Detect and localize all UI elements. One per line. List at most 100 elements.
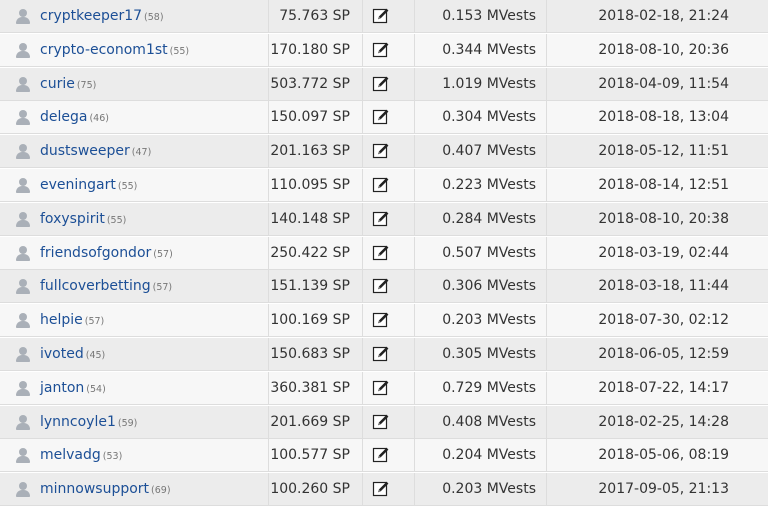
mvests-cell: 0.203 MVests xyxy=(414,473,546,506)
user-avatar-icon xyxy=(16,313,30,328)
account-name[interactable]: melvadg xyxy=(40,447,101,463)
account-name[interactable]: delega xyxy=(40,109,87,125)
account-name[interactable]: helpie xyxy=(40,312,83,328)
mvests-cell: 0.507 MVests xyxy=(414,237,546,270)
mvests-value: 0.407 MVests xyxy=(442,143,536,159)
reputation-badge: (55) xyxy=(117,181,138,192)
edit-pencil-icon[interactable] xyxy=(372,108,390,126)
delegation-date: 2018-02-18, 21:24 xyxy=(598,8,729,24)
edit-cell xyxy=(362,68,414,101)
date-cell: 2018-08-14, 12:51 xyxy=(546,169,768,202)
edit-pencil-icon[interactable] xyxy=(372,311,390,329)
account-cell: friendsofgondor (57) xyxy=(0,237,268,270)
date-cell: 2018-05-12, 11:51 xyxy=(546,135,768,168)
edit-pencil-icon[interactable] xyxy=(372,41,390,59)
table-row: fullcoverbetting (57) 151.139 SP 0.306 MV… xyxy=(0,270,768,303)
mvests-cell: 1.019 MVests xyxy=(414,68,546,101)
account-name[interactable]: foxyspirit xyxy=(40,211,105,227)
delegation-date: 2018-07-30, 02:12 xyxy=(598,312,729,328)
edit-cell xyxy=(362,0,414,33)
delegation-date: 2018-03-19, 02:44 xyxy=(598,245,729,261)
delegation-date: 2018-08-10, 20:38 xyxy=(598,211,729,227)
account-cell: delega (46) xyxy=(0,101,268,134)
account-link[interactable]: melvadg (53) xyxy=(40,439,122,473)
steem-power-value: 201.669 SP xyxy=(270,414,350,430)
table-row: dustsweeper (47) 201.163 SP 0.407 MVests … xyxy=(0,135,768,168)
account-name[interactable]: janton xyxy=(40,380,84,396)
account-link[interactable]: ivoted (45) xyxy=(40,338,105,372)
account-cell: helpie (57) xyxy=(0,304,268,337)
account-name[interactable]: eveningart xyxy=(40,177,116,193)
steem-power-value: 250.422 SP xyxy=(270,245,350,261)
edit-pencil-icon[interactable] xyxy=(372,244,390,262)
edit-pencil-icon[interactable] xyxy=(372,379,390,397)
account-link[interactable]: janton (54) xyxy=(40,372,106,406)
reputation-badge: (57) xyxy=(152,282,173,293)
edit-pencil-icon[interactable] xyxy=(372,75,390,93)
mvests-cell: 0.153 MVests xyxy=(414,0,546,33)
table-row: ivoted (45) 150.683 SP 0.305 MVests 2018-… xyxy=(0,338,768,371)
reputation-badge: (55) xyxy=(169,46,190,57)
steem-power-value: 170.180 SP xyxy=(270,42,350,58)
steem-power-cell: 360.381 SP xyxy=(268,372,362,405)
edit-cell xyxy=(362,304,414,337)
account-name[interactable]: lynncoyle1 xyxy=(40,414,116,430)
user-avatar-icon xyxy=(16,43,30,58)
account-name[interactable]: cryptkeeper17 xyxy=(40,8,142,24)
account-name[interactable]: ivoted xyxy=(40,346,84,362)
edit-pencil-icon[interactable] xyxy=(372,345,390,363)
mvests-cell: 0.729 MVests xyxy=(414,372,546,405)
reputation-badge: (45) xyxy=(85,350,106,361)
mvests-cell: 0.223 MVests xyxy=(414,169,546,202)
account-link[interactable]: lynncoyle1 (59) xyxy=(40,406,137,440)
account-name[interactable]: curie xyxy=(40,76,75,92)
edit-pencil-icon[interactable] xyxy=(372,176,390,194)
delegation-date: 2017-09-05, 21:13 xyxy=(598,481,729,497)
edit-pencil-icon[interactable] xyxy=(372,277,390,295)
account-link[interactable]: foxyspirit (55) xyxy=(40,203,126,237)
account-link[interactable]: fullcoverbetting (57) xyxy=(40,270,172,304)
delegation-date: 2018-08-14, 12:51 xyxy=(598,177,729,193)
edit-pencil-icon[interactable] xyxy=(372,480,390,498)
edit-cell xyxy=(362,372,414,405)
delegation-date: 2018-05-06, 08:19 xyxy=(598,447,729,463)
mvests-cell: 0.305 MVests xyxy=(414,338,546,371)
account-link[interactable]: eveningart (55) xyxy=(40,169,137,203)
steem-power-value: 100.169 SP xyxy=(270,312,350,328)
account-link[interactable]: friendsofgondor (57) xyxy=(40,237,173,271)
reputation-badge: (57) xyxy=(153,249,173,260)
date-cell: 2018-03-19, 02:44 xyxy=(546,237,768,270)
table-row: cryptkeeper17 (58) 75.763 SP 0.153 MVests… xyxy=(0,0,768,33)
delegation-date: 2018-08-10, 20:36 xyxy=(598,42,729,58)
edit-cell xyxy=(362,101,414,134)
edit-pencil-icon[interactable] xyxy=(372,7,390,25)
steem-power-cell: 250.422 SP xyxy=(268,237,362,270)
account-link[interactable]: helpie (57) xyxy=(40,304,104,338)
edit-pencil-icon[interactable] xyxy=(372,210,390,228)
account-link[interactable]: dustsweeper (47) xyxy=(40,135,151,169)
account-name[interactable]: minnowsupport xyxy=(40,481,149,497)
date-cell: 2018-02-18, 21:24 xyxy=(546,0,768,33)
edit-pencil-icon[interactable] xyxy=(372,413,390,431)
steem-power-cell: 201.163 SP xyxy=(268,135,362,168)
account-name[interactable]: friendsofgondor xyxy=(40,245,151,261)
account-name[interactable]: fullcoverbetting xyxy=(40,278,151,294)
account-link[interactable]: cryptkeeper17 (58) xyxy=(40,0,164,34)
edit-pencil-icon[interactable] xyxy=(372,446,390,464)
mvests-value: 0.203 MVests xyxy=(442,312,536,328)
steem-power-value: 150.097 SP xyxy=(270,109,350,125)
steem-power-value: 503.772 SP xyxy=(270,76,350,92)
edit-cell xyxy=(362,406,414,439)
account-name[interactable]: dustsweeper xyxy=(40,143,130,159)
mvests-cell: 0.304 MVests xyxy=(414,101,546,134)
user-avatar-icon xyxy=(16,482,30,497)
account-link[interactable]: crypto-econom1st (55) xyxy=(40,34,189,68)
account-cell: janton (54) xyxy=(0,372,268,405)
account-link[interactable]: curie (75) xyxy=(40,68,96,102)
account-name[interactable]: crypto-econom1st xyxy=(40,42,168,58)
account-link[interactable]: minnowsupport (69) xyxy=(40,473,171,507)
edit-cell xyxy=(362,135,414,168)
edit-pencil-icon[interactable] xyxy=(372,142,390,160)
date-cell: 2018-05-06, 08:19 xyxy=(546,439,768,472)
account-link[interactable]: delega (46) xyxy=(40,101,109,135)
